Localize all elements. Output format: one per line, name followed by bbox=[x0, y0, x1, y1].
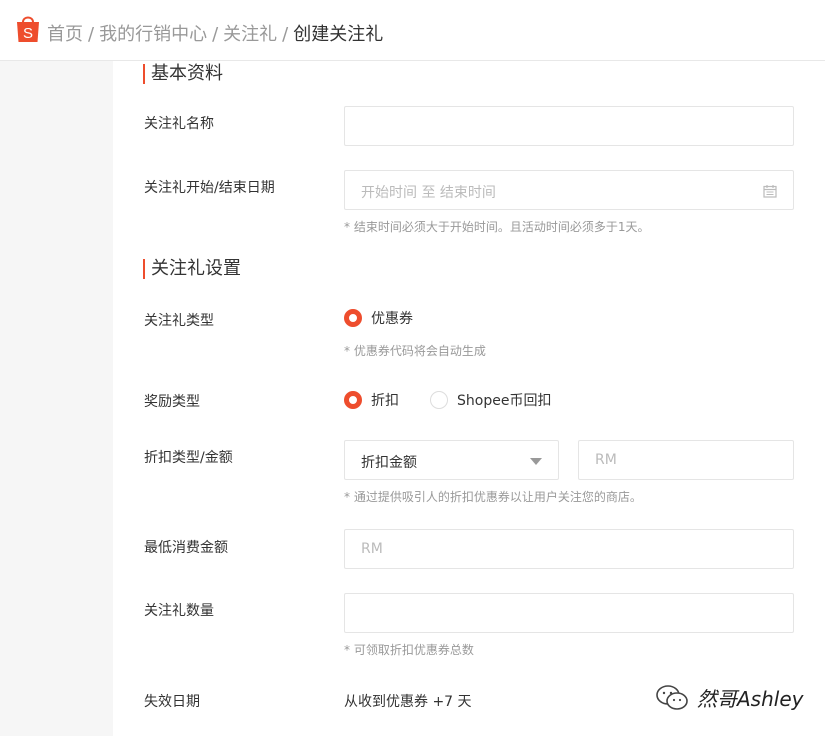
breadcrumb-separator: / bbox=[212, 24, 219, 45]
date-hint: * 结束时间必须大于开始时间。且活动时间必须多于1天。 bbox=[344, 220, 650, 234]
expiry-label: 失效日期 bbox=[144, 694, 200, 710]
discount-label: 折扣类型/金额 bbox=[144, 450, 233, 466]
breadcrumb-marketing-centre[interactable]: 我的行销中心 bbox=[99, 24, 207, 45]
type-radio-voucher-label: 优惠券 bbox=[371, 311, 413, 327]
breadcrumb-follow-prize[interactable]: 关注礼 bbox=[223, 24, 277, 45]
breadcrumb-separator: / bbox=[88, 24, 95, 45]
reward-radio-coins[interactable]: Shopee币回扣 bbox=[430, 390, 551, 410]
calendar-icon[interactable] bbox=[763, 184, 777, 198]
name-label: 关注礼名称 bbox=[144, 116, 214, 132]
name-input[interactable] bbox=[344, 106, 794, 146]
section-title-settings: 关注礼设置 bbox=[143, 259, 241, 279]
type-label: 关注礼类型 bbox=[144, 313, 214, 329]
min-spend-input[interactable]: RM bbox=[344, 529, 794, 569]
watermark: 然哥Ashley bbox=[655, 683, 803, 712]
quantity-hint: * 可领取折扣优惠券总数 bbox=[344, 643, 474, 657]
radio-unselected-icon bbox=[430, 391, 448, 409]
shopee-logo-icon[interactable]: S bbox=[16, 14, 40, 44]
caret-down-icon bbox=[530, 458, 542, 465]
discount-amount-placeholder: RM bbox=[595, 452, 617, 468]
reward-radio-discount[interactable]: 折扣 bbox=[344, 390, 399, 410]
date-range-picker[interactable]: 开始时间 至 结束时间 bbox=[344, 170, 794, 210]
reward-radio-coins-label: Shopee币回扣 bbox=[457, 393, 552, 409]
radio-selected-icon bbox=[344, 391, 362, 409]
date-start-placeholder: 开始时间 bbox=[361, 185, 417, 201]
radio-selected-icon bbox=[344, 309, 362, 327]
quantity-input[interactable] bbox=[344, 593, 794, 633]
wechat-icon bbox=[656, 684, 688, 710]
discount-hint: * 通过提供吸引人的折扣优惠券以让用户关注您的商店。 bbox=[344, 490, 642, 504]
date-to-text: 至 bbox=[421, 185, 436, 201]
reward-radio-discount-label: 折扣 bbox=[371, 393, 399, 409]
date-range-placeholder: 开始时间 至 结束时间 bbox=[361, 182, 496, 202]
date-end-placeholder: 结束时间 bbox=[439, 185, 496, 201]
watermark-text: 然哥Ashley bbox=[697, 687, 804, 711]
breadcrumb-separator: / bbox=[282, 24, 289, 45]
type-hint: * 优惠券代码将会自动生成 bbox=[344, 344, 486, 358]
breadcrumb: 首页 / 我的行销中心 / 关注礼 / 创建关注礼 bbox=[47, 20, 383, 46]
breadcrumb-home[interactable]: 首页 bbox=[47, 24, 83, 45]
min-spend-placeholder: RM bbox=[361, 541, 383, 557]
expiry-value: 从收到优惠券 +7 天 bbox=[344, 694, 472, 710]
quantity-label: 关注礼数量 bbox=[144, 603, 214, 619]
top-bar: S 首页 / 我的行销中心 / 关注礼 / 创建关注礼 bbox=[0, 0, 825, 61]
date-label: 关注礼开始/结束日期 bbox=[144, 180, 275, 196]
type-radio-voucher[interactable]: 优惠券 bbox=[344, 308, 413, 328]
discount-type-value: 折扣金额 bbox=[361, 455, 417, 471]
discount-type-select[interactable]: 折扣金额 bbox=[344, 440, 559, 480]
svg-text:S: S bbox=[23, 25, 33, 42]
form-panel: 基本资料 关注礼名称 关注礼开始/结束日期 开始时间 至 结束时间 * 结束时间… bbox=[113, 61, 825, 736]
section-title-basic: 基本资料 bbox=[143, 64, 223, 84]
reward-label: 奖励类型 bbox=[144, 394, 200, 410]
discount-amount-input[interactable]: RM bbox=[578, 440, 794, 480]
breadcrumb-current: 创建关注礼 bbox=[293, 24, 384, 45]
min-spend-label: 最低消费金额 bbox=[144, 540, 228, 556]
